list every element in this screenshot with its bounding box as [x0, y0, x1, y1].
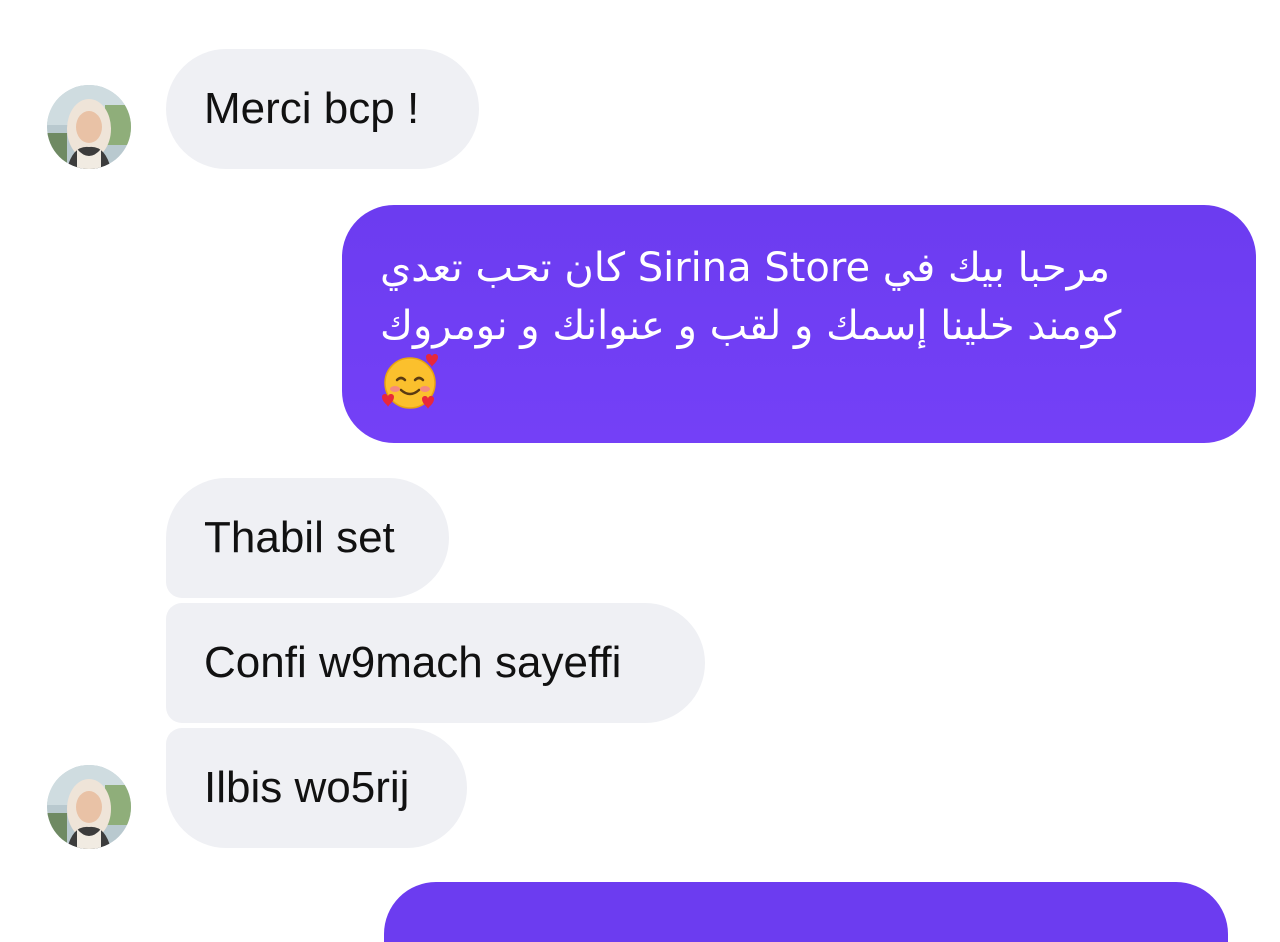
message-bubble-outgoing-partial[interactable]	[384, 882, 1228, 942]
message-bubble-incoming[interactable]: Merci bcp !	[166, 49, 479, 169]
message-text-line-2: كومند خلينا إسمك و لقب و عنوانك و نومروك	[380, 303, 1122, 349]
smiling-face-with-hearts-icon	[382, 354, 438, 409]
message-bubble-outgoing[interactable]: مرحبا بيك في Sirina Store كان تحب تعدي ك…	[342, 205, 1256, 443]
message-bubble-incoming[interactable]: Ilbis wo5rij	[166, 728, 467, 848]
avatar-photo-icon	[47, 765, 131, 849]
message-bubble-incoming[interactable]: Confi w9mach sayeffi	[166, 603, 705, 723]
avatar-photo-icon	[47, 85, 131, 169]
contact-avatar[interactable]	[47, 85, 131, 169]
message-text: Confi w9mach sayeffi	[204, 638, 622, 687]
message-text: Thabil set	[204, 513, 395, 562]
contact-avatar[interactable]	[47, 765, 131, 849]
message-bubble-incoming[interactable]: Thabil set	[166, 478, 449, 598]
message-text-line-1: مرحبا بيك في Sirina Store كان تحب تعدي	[380, 245, 1111, 291]
message-text: Ilbis wo5rij	[204, 763, 410, 812]
message-text: Merci bcp !	[204, 84, 420, 133]
